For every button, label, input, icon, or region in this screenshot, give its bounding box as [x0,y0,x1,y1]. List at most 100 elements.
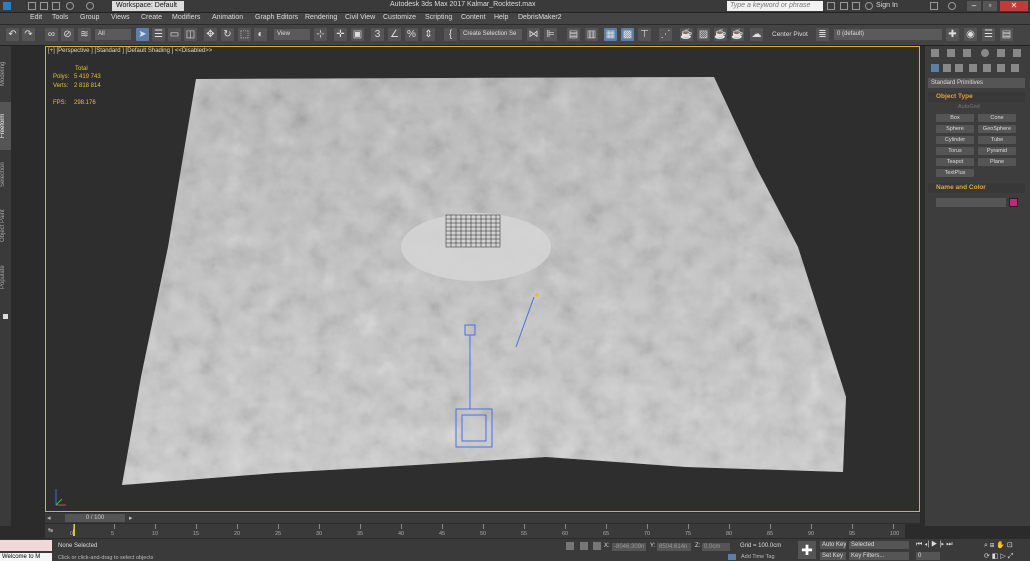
motion-panel-icon[interactable] [981,49,989,57]
window-crossing-icon[interactable]: ◫ [184,28,197,41]
menu-tools[interactable]: Tools [52,14,68,21]
set-key-big-icon[interactable]: ✚ [798,541,816,559]
selection-lock-icon[interactable] [580,542,588,550]
y-coordinate-field[interactable]: 8504.614n [657,543,691,551]
undo-icon[interactable] [66,2,74,10]
viewport-navigation-icons[interactable]: ⌕ ⊞ ✋ ⊡ [984,541,1013,550]
schematic-view-icon[interactable]: ⊤ [638,28,651,41]
help-icon[interactable] [948,2,956,10]
select-scale-icon[interactable]: ⬚ [238,28,251,41]
perspective-viewport[interactable] [45,46,920,512]
prev-frame-arrow-icon[interactable]: ◂ [47,514,51,522]
next-frame-arrow-icon[interactable]: ▸ [129,514,133,522]
plane-button[interactable]: Plane [978,158,1016,166]
spinner-snap-icon[interactable]: ⇕ [422,28,435,41]
absolute-transform-icon[interactable] [593,542,601,550]
add-to-layer-icon[interactable]: ◉ [964,28,977,41]
track-bar[interactable]: 0 5 10 15 20 25 30 35 40 45 50 55 60 65 70 75 80 85 90 95 10… [45,524,905,538]
redo-icon[interactable] [86,2,94,10]
tab-modeling[interactable]: Modeling [0,54,11,94]
keyboard-shortcut-override-icon[interactable]: ▣ [351,28,364,41]
user-icon[interactable] [865,2,873,10]
selection-filter-dropdown[interactable]: All [95,29,131,40]
binoculars-icon[interactable] [827,2,835,10]
object-color-swatch[interactable] [1009,198,1018,207]
pyramid-button[interactable]: Pyramid [978,147,1016,155]
tube-button[interactable]: Tube [978,136,1016,144]
create-layer-icon[interactable]: ✚ [946,28,959,41]
edit-named-selection-icon[interactable]: { [444,28,457,41]
display-panel-icon[interactable] [997,49,1005,57]
menu-group[interactable]: Group [80,14,99,21]
systems-icon[interactable] [1011,64,1019,72]
ribbon-toggle-icon[interactable]: ▦ [604,28,617,41]
menu-civil-view[interactable]: Civil View [345,14,375,21]
layer-dropdown[interactable]: 0 (default) [834,29,942,40]
menu-scripting[interactable]: Scripting [425,14,452,21]
minimize-button[interactable]: – [967,1,981,11]
torus-button[interactable]: Torus [936,147,974,155]
lights-icon[interactable] [955,64,963,72]
key-filters-button[interactable]: Key Filters... [849,552,909,560]
geometry-icon[interactable] [931,64,939,72]
key-mode-dropdown[interactable]: Selected [849,541,909,549]
object-type-rollout-header[interactable]: Object Type [928,92,1025,102]
menu-graph-editors[interactable]: Graph Editors [255,14,298,21]
reference-coordinate-dropdown[interactable]: View [274,29,310,40]
mirror-icon[interactable]: ⋈ [527,28,540,41]
new-file-icon[interactable] [28,2,36,10]
menu-customize[interactable]: Customize [383,14,416,21]
render-setup-icon[interactable]: ☕ [680,28,693,41]
search-input[interactable]: Type a keyword or phrase [727,1,823,11]
select-object-icon[interactable]: ➤ [136,28,149,41]
menu-debrismaker[interactable]: DebrisMaker2 [518,14,562,21]
shapes-icon[interactable] [943,64,951,72]
close-button[interactable]: ✕ [1000,1,1028,11]
cone-button[interactable]: Cone [978,114,1016,122]
render-online-icon[interactable]: ☁ [750,28,763,41]
maxscript-listener-pink[interactable] [0,540,52,551]
maximize-button[interactable]: ▫ [983,1,997,11]
tab-object-paint[interactable]: Object Paint [0,204,11,248]
set-current-layer-icon[interactable]: ▤ [1000,28,1013,41]
sphere-button[interactable]: Sphere [936,125,974,133]
current-frame-field[interactable]: 0 [916,552,940,560]
app-logo-icon[interactable] [3,2,11,10]
open-file-icon[interactable] [40,2,48,10]
box-button[interactable]: Box [936,114,974,122]
playback-controls[interactable]: ⏮ ◂| ▶ |▸ ⏭ [916,541,953,549]
ribbon-collapse-icon[interactable] [3,314,8,319]
viewport-label-menu[interactable]: [+] [Perspective ] [Standard ] [Default … [48,48,212,54]
curve-editor-icon[interactable]: ▩ [621,28,634,41]
maxscript-mini-listener[interactable]: Welcome to M [0,553,52,561]
percent-snap-icon[interactable]: % [405,28,418,41]
textplus-button[interactable]: TextPlus [936,169,974,177]
scene-explorer-icon[interactable]: ▤ [567,28,580,41]
redo-button[interactable]: ↷ [22,28,35,41]
menu-animation[interactable]: Animation [212,14,243,21]
layer-explorer-icon[interactable]: ▥ [585,28,598,41]
star-icon[interactable] [852,2,860,10]
select-move-icon[interactable]: ✥ [204,28,217,41]
select-rotate-icon[interactable]: ↻ [221,28,234,41]
named-selection-set-dropdown[interactable]: Create Selection Se [460,29,522,40]
primitive-category-dropdown[interactable]: Standard Primitives [928,78,1025,88]
menu-rendering[interactable]: Rendering [305,14,337,21]
render-iterative-icon[interactable]: ☕ [731,28,744,41]
menu-modifiers[interactable]: Modifiers [172,14,200,21]
time-slider-knob[interactable]: 0 / 100 [65,514,125,522]
utilities-panel-icon[interactable] [1013,49,1021,57]
save-file-icon[interactable] [52,2,60,10]
unlink-icon[interactable]: ⊘ [61,28,74,41]
tab-populate[interactable]: Populate [0,256,11,298]
helpers-icon[interactable] [983,64,991,72]
auto-key-button[interactable]: Auto Key [820,541,846,549]
select-in-layer-icon[interactable]: ☰ [982,28,995,41]
center-pivot-label[interactable]: Center Pivot [772,31,808,38]
orbit-navigation-icons[interactable]: ⟳ ◧ ▷ ⤢ [984,552,1013,561]
tab-selection[interactable]: Selection [0,154,11,196]
rendered-frame-window-icon[interactable]: ▨ [697,28,710,41]
menu-help[interactable]: Help [494,14,508,21]
cameras-icon[interactable] [969,64,977,72]
cylinder-button[interactable]: Cylinder [936,136,974,144]
